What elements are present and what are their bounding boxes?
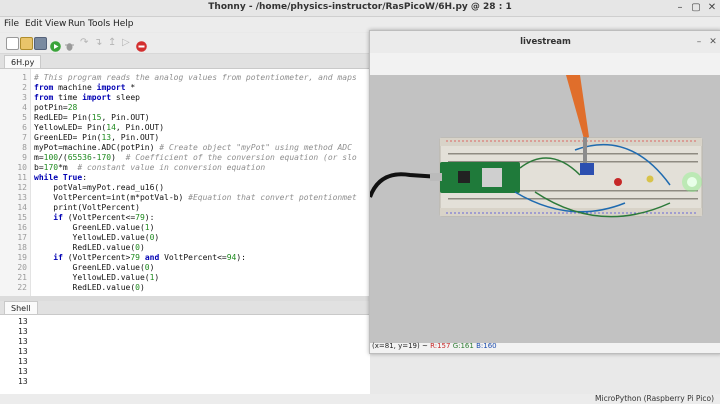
line-number: 11 xyxy=(17,173,27,182)
line-number: 4 xyxy=(22,103,27,112)
maximize-icon[interactable]: ▢ xyxy=(690,2,702,14)
code-line: m=100/(65536-170) # Coefficient of the c… xyxy=(34,153,357,162)
window-title: Thonny - /home/physics-instructor/RasPic… xyxy=(208,2,512,12)
line-number: 10 xyxy=(17,163,27,172)
line-number: 8 xyxy=(22,143,27,152)
shell-output-line: 13 xyxy=(18,337,28,346)
shell-output-line: 13 xyxy=(18,367,28,376)
pixel-readout: (x=81, y=19) ~ R:157 G:161 B:160 xyxy=(372,342,497,350)
new-file-icon[interactable] xyxy=(6,37,19,50)
breadboard-scene xyxy=(370,75,720,343)
code-line: from time import sleep xyxy=(34,93,140,102)
shell-panel[interactable]: 13 13 13 13 13 13 13 xyxy=(0,314,370,395)
shell-output-line: 13 xyxy=(18,347,28,356)
menu-help[interactable]: Help xyxy=(113,19,134,29)
menu-tools[interactable]: Tools xyxy=(88,19,110,29)
camera-feed xyxy=(370,75,720,343)
line-number: 16 xyxy=(17,223,27,232)
code-line: RedLED.value(0) xyxy=(34,243,145,252)
stop-icon[interactable] xyxy=(136,37,147,52)
run-icon[interactable] xyxy=(50,37,61,52)
line-number: 3 xyxy=(22,93,27,102)
menu-file[interactable]: File xyxy=(4,19,19,29)
yellow-led xyxy=(646,175,654,183)
line-number: 15 xyxy=(17,213,27,222)
line-number: 6 xyxy=(22,123,27,132)
code-line: if (VoltPercent>79 and VoltPercent<=94): xyxy=(53,253,246,262)
potentiometer xyxy=(580,163,594,175)
line-number: 21 xyxy=(17,273,27,282)
livestream-close-icon[interactable]: ✕ xyxy=(708,37,718,47)
debug-icon[interactable] xyxy=(64,37,75,51)
green-value: G:161 xyxy=(452,342,474,350)
code-line: b=170*m # constant value in conversion e… xyxy=(34,163,266,172)
line-number: 2 xyxy=(22,83,27,92)
shell-output-line: 13 xyxy=(18,327,28,336)
editor-tab-row: 6H.py xyxy=(0,54,370,69)
pico-board xyxy=(440,162,520,193)
code-line: # This program reads the analog values f… xyxy=(34,73,357,82)
minimize-icon[interactable]: – xyxy=(674,2,686,14)
code-line: RedLED= Pin(15, Pin.OUT) xyxy=(34,113,150,122)
code-line: GreenLED= Pin(13, Pin.OUT) xyxy=(34,133,160,142)
menu-edit[interactable]: Edit xyxy=(25,19,42,29)
tab-shell[interactable]: Shell xyxy=(4,301,38,315)
code-line: YellowLED= Pin(14, Pin.OUT) xyxy=(34,123,165,132)
code-line: while True: xyxy=(34,173,88,182)
code-line: YellowLED.value(0) xyxy=(34,233,160,242)
line-number: 19 xyxy=(17,253,27,262)
shell-tab-row: Shell xyxy=(0,301,370,315)
livestream-title: livestream xyxy=(520,37,571,47)
line-number: 20 xyxy=(17,263,27,272)
menu-view[interactable]: View xyxy=(45,19,66,29)
save-file-icon[interactable] xyxy=(34,37,47,50)
code-line: VoltPercent=int(m*potVal-b) #Equation th… xyxy=(34,193,357,202)
line-number: 17 xyxy=(17,233,27,242)
line-number: 22 xyxy=(17,283,27,292)
livestream-toolbar-area xyxy=(370,53,720,75)
red-value: R:157 xyxy=(430,342,451,350)
close-icon[interactable]: ✕ xyxy=(706,2,718,14)
step-out-icon[interactable]: ↥ xyxy=(108,37,119,48)
status-bar: MicroPython (Raspberry Pi Pico) xyxy=(0,394,720,404)
code-editor[interactable]: 1 # This program reads the analog values … xyxy=(0,68,370,296)
line-number: 7 xyxy=(22,133,27,142)
interpreter-label[interactable]: MicroPython (Raspberry Pi Pico) xyxy=(595,394,714,403)
step-into-icon[interactable]: ↴ xyxy=(94,37,105,48)
shell-output-line: 13 xyxy=(18,357,28,366)
livestream-title-bar: livestream – ✕ xyxy=(370,31,720,53)
shell-output-line: 13 xyxy=(18,317,28,326)
livestream-minimize-icon[interactable]: – xyxy=(694,37,704,47)
tab-6h-py[interactable]: 6H.py xyxy=(4,55,42,69)
open-file-icon[interactable] xyxy=(20,37,33,50)
line-number: 18 xyxy=(17,243,27,252)
menu-run[interactable]: Run xyxy=(68,19,85,29)
red-led xyxy=(614,178,622,186)
green-led xyxy=(687,177,697,187)
livestream-window: livestream – ✕ (x=81, y=19) ~ R:157 G:16… xyxy=(369,30,720,354)
code-line: GreenLED.value(0) xyxy=(34,263,155,272)
line-number: 13 xyxy=(17,193,27,202)
code-line: GreenLED.value(1) xyxy=(34,223,155,232)
cursor-coords: (x=81, y=19) ~ xyxy=(372,342,428,350)
blue-value: B:160 xyxy=(476,342,497,350)
line-number: 9 xyxy=(22,153,27,162)
code-line: RedLED.value(0) xyxy=(34,283,145,292)
step-over-icon[interactable]: ↷ xyxy=(80,37,91,48)
code-line: potVal=myPot.read_u16() xyxy=(34,183,165,192)
code-line: YellowLED.value(1) xyxy=(34,273,160,282)
line-number: 1 xyxy=(22,73,27,82)
code-line: myPot=machine.ADC(potPin) # Create objec… xyxy=(34,143,352,152)
window-title-bar: Thonny - /home/physics-instructor/RasPic… xyxy=(0,0,720,17)
resume-icon[interactable]: ▷ xyxy=(122,37,133,48)
code-line: from machine import * xyxy=(34,83,136,92)
code-line: if (VoltPercent<=79): xyxy=(53,213,155,222)
code-line: print(VoltPercent) xyxy=(34,203,140,212)
code-line: potPin=28 xyxy=(34,103,78,112)
line-number: 14 xyxy=(17,203,27,212)
line-number: 5 xyxy=(22,113,27,122)
line-number: 12 xyxy=(17,183,27,192)
shell-output-line: 13 xyxy=(18,377,28,386)
